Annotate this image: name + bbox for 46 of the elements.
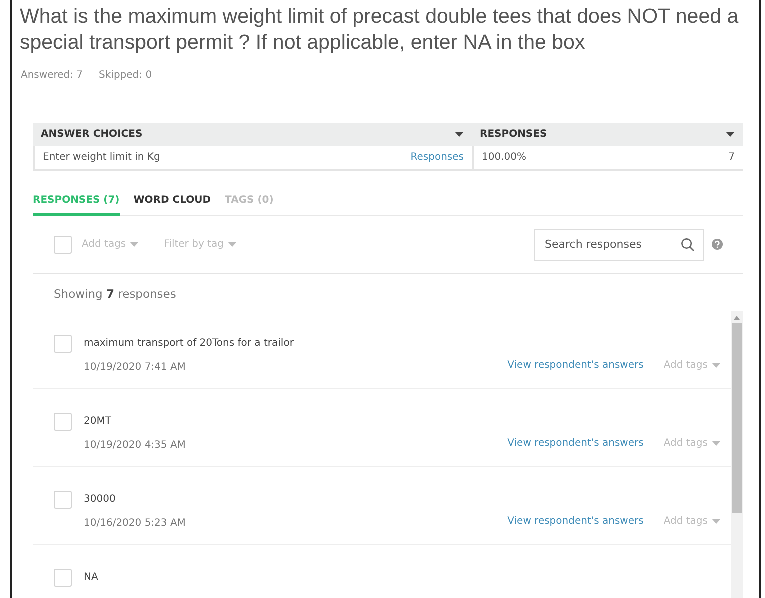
caret-icon	[130, 242, 140, 247]
caret-icon	[712, 363, 721, 368]
response-date: 10/16/2020 5:23 AM	[84, 518, 186, 529]
skipped-count: Skipped: 0	[99, 70, 152, 81]
view-answers-link[interactable]: View respondent's answers	[508, 438, 644, 449]
responses-link[interactable]: Responses	[410, 152, 464, 163]
scroll-up-icon[interactable]	[734, 316, 740, 320]
checkbox[interactable]	[54, 491, 72, 509]
checkbox[interactable]	[54, 335, 72, 353]
view-answers-link[interactable]: View respondent's answers	[508, 360, 644, 371]
tab[interactable]: WORD CLOUD	[134, 189, 212, 216]
checkbox[interactable]	[54, 569, 72, 587]
search-field[interactable]: Search responses	[534, 228, 704, 260]
scrollbar[interactable]	[731, 311, 743, 598]
table-cell: Enter weight limit in Kg	[43, 152, 160, 163]
add-tags-dropdown[interactable]: Add tags	[664, 360, 721, 371]
add-tags-dropdown[interactable]: Add tags	[664, 516, 721, 527]
showing-count: Showing 7 responses	[54, 287, 178, 301]
table-cell: 7	[728, 152, 735, 163]
response-text: NA	[84, 572, 98, 583]
response-text: 20MT	[84, 416, 112, 427]
response-text: 30000	[84, 494, 116, 505]
column-header[interactable]: ANSWER CHOICES	[33, 129, 472, 140]
help-icon[interactable]	[712, 239, 723, 250]
tab[interactable]: RESPONSES (7)	[33, 189, 120, 216]
response-text: maximum transport of 20Tons for a trailor	[84, 338, 294, 349]
answered-count: Answered: 7	[21, 70, 84, 81]
add-tags-dropdown[interactable]: Add tags	[82, 239, 140, 250]
add-tags-dropdown[interactable]: Add tags	[664, 438, 721, 449]
checkbox[interactable]	[54, 236, 72, 254]
caret-icon	[726, 132, 735, 137]
filter-dropdown[interactable]: Filter by tag	[164, 239, 237, 250]
view-answers-link[interactable]: View respondent's answers	[508, 516, 644, 527]
caret-icon	[455, 132, 464, 137]
table-cell: 100.00%	[482, 152, 526, 163]
search-icon[interactable]	[681, 238, 695, 252]
column-header[interactable]: RESPONSES	[472, 129, 743, 140]
tab[interactable]: TAGS (0)	[225, 189, 274, 216]
caret-icon	[712, 519, 721, 524]
caret-icon	[712, 441, 721, 446]
caret-icon	[228, 242, 237, 247]
response-date: 10/19/2020 4:35 AM	[84, 440, 186, 451]
checkbox[interactable]	[54, 413, 72, 431]
question-title: What is the maximum weight limit of precast double tees that does NOT need a special transport permit ? If not applicable, enter NA in the box	[20, 4, 740, 56]
response-date: 10/19/2020 7:41 AM	[84, 362, 186, 373]
scrollbar-thumb[interactable]	[732, 323, 742, 513]
